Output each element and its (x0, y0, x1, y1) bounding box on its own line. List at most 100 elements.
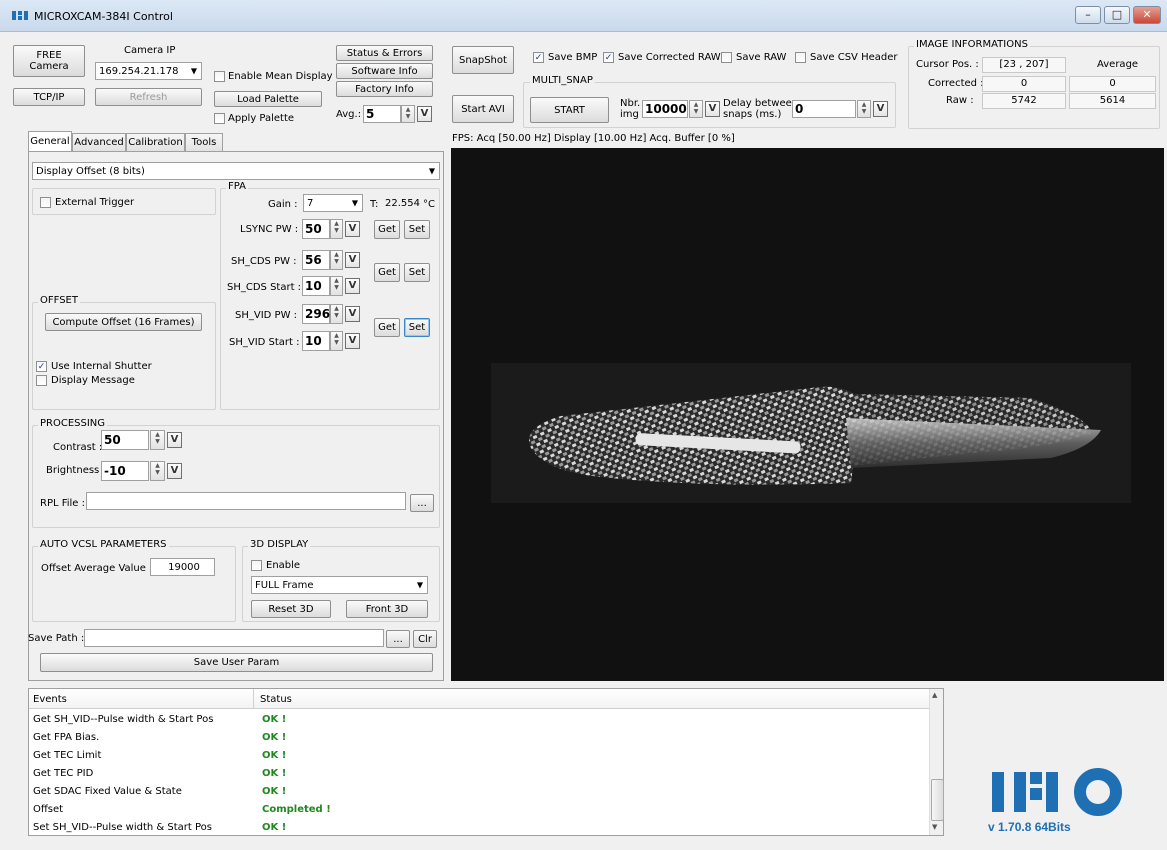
refresh-button[interactable]: Refresh (95, 88, 202, 106)
status-column-header[interactable]: Status (260, 694, 292, 705)
lsync-spin-arrows[interactable]: ▲ ▼ (330, 219, 343, 239)
tab-advanced[interactable]: Advanced (72, 133, 126, 151)
enable-3d-checkbox[interactable] (251, 560, 262, 571)
delay-input[interactable]: 0 (792, 100, 856, 118)
scroll-down-icon[interactable]: ▼ (932, 823, 937, 831)
tab-calibration[interactable]: Calibration (126, 133, 185, 151)
contrast-spin-arrows[interactable]: ▲ ▼ (150, 430, 165, 450)
front-3d-button[interactable]: Front 3D (346, 600, 428, 618)
events-header (29, 689, 929, 709)
factory-info-button[interactable]: Factory Info (336, 81, 433, 97)
shcds-pw-v-button[interactable]: V (345, 252, 360, 268)
lsync-set-button[interactable]: Set (404, 220, 430, 239)
nbr-img-v-button[interactable]: V (705, 101, 720, 117)
lsync-v-button[interactable]: V (345, 221, 360, 237)
shcds-start-v-button[interactable]: V (345, 278, 360, 294)
display-message-checkbox[interactable] (36, 375, 47, 386)
use-internal-shutter-checkbox[interactable]: ✓ (36, 361, 47, 372)
lsync-input[interactable]: 50 (302, 219, 330, 239)
save-user-param-button[interactable]: Save User Param (40, 653, 433, 672)
tab-tools[interactable]: Tools (185, 133, 223, 151)
save-browse-button[interactable]: ... (386, 630, 410, 648)
save-raw-checkbox[interactable] (721, 52, 732, 63)
enable-mean-checkbox[interactable] (214, 71, 225, 82)
shvid-start-v-button[interactable]: V (345, 333, 360, 349)
reset-3d-button[interactable]: Reset 3D (251, 600, 331, 618)
shcds-pw-spin-arrows[interactable]: ▲ ▼ (330, 250, 343, 270)
start-avi-button[interactable]: Start AVI (452, 95, 514, 123)
rpl-browse-button[interactable]: ... (410, 494, 434, 512)
table-row[interactable]: Offset Completed ! (29, 800, 929, 818)
shvid-pw-spin-arrows[interactable]: ▲ ▼ (330, 304, 343, 324)
nbr-img-spin-arrows[interactable]: ▲ ▼ (689, 100, 703, 118)
camera-image-view[interactable] (451, 148, 1164, 681)
external-trigger-checkbox[interactable] (40, 197, 51, 208)
scroll-up-icon[interactable]: ▲ (932, 691, 937, 699)
rpl-file-input[interactable] (86, 492, 406, 510)
event-status: OK ! (262, 821, 287, 833)
shvid-set-button[interactable]: Set (404, 318, 430, 337)
avg-spin-arrows[interactable]: ▲ ▼ (401, 105, 415, 123)
table-row[interactable]: Get SH_VID--Pulse width & Start Pos OK ! (29, 710, 929, 728)
close-button[interactable]: ✕ (1133, 6, 1161, 24)
events-scrollbar[interactable]: ▲ ▼ (929, 689, 944, 835)
event-text: Set SH_VID--Pulse width & Start Pos (33, 821, 213, 833)
save-corrected-raw-checkbox[interactable]: ✓ (603, 52, 614, 63)
save-bmp-checkbox[interactable]: ✓ (533, 52, 544, 63)
frame-select[interactable]: FULL Frame ▼ (251, 576, 428, 594)
event-text: Get FPA Bias. (33, 731, 100, 743)
shcds-start-spin-arrows[interactable]: ▲ ▼ (330, 276, 343, 296)
tcpip-button[interactable]: TCP/IP (13, 88, 85, 106)
load-palette-button[interactable]: Load Palette (214, 91, 322, 107)
display-mode-select[interactable]: Display Offset (8 bits) ▼ (32, 162, 440, 180)
save-csv-header-checkbox[interactable] (795, 52, 806, 63)
table-row[interactable]: Get TEC Limit OK ! (29, 746, 929, 764)
table-row[interactable]: Set SH_VID--Pulse width & Start Pos OK ! (29, 818, 929, 836)
delay-spin-arrows[interactable]: ▲ ▼ (857, 100, 871, 118)
delay-v-button[interactable]: V (873, 101, 888, 117)
camera-ip-select[interactable]: 169.254.21.178 ▼ (95, 62, 202, 80)
table-row[interactable]: Get SDAC Fixed Value & State OK ! (29, 782, 929, 800)
free-camera-button[interactable]: FREE Camera (13, 45, 85, 77)
shcds-start-input[interactable]: 10 (302, 276, 330, 296)
status-errors-button[interactable]: Status & Errors (336, 45, 433, 61)
events-column-header[interactable]: Events (33, 694, 67, 705)
nbr-img-input[interactable]: 10000 (642, 100, 688, 118)
table-row[interactable]: Get FPA Bias. OK ! (29, 728, 929, 746)
offset-average-input[interactable]: 19000 (150, 558, 215, 576)
lsync-get-button[interactable]: Get (374, 220, 400, 239)
compute-offset-button[interactable]: Compute Offset (16 Frames) (45, 313, 202, 331)
brightness-input[interactable]: -10 (101, 461, 149, 481)
save-clear-button[interactable]: Clr (413, 630, 437, 648)
contrast-input[interactable]: 50 (101, 430, 149, 450)
shvid-pw-v-button[interactable]: V (345, 306, 360, 322)
save-path-input[interactable] (84, 629, 384, 647)
contrast-v-button[interactable]: V (167, 432, 182, 448)
shvid-pw-input[interactable]: 296 (302, 304, 330, 324)
avg-v-button[interactable]: V (417, 106, 432, 122)
minimize-button[interactable]: – (1075, 6, 1101, 24)
multi-snap-start-button[interactable]: START (530, 97, 609, 123)
maximize-button[interactable]: □ (1104, 6, 1130, 24)
gain-label: Gain : (268, 199, 298, 210)
external-trigger-label: External Trigger (55, 197, 135, 208)
nbr-img-label: Nbr. img (620, 98, 641, 120)
chevron-down-icon: ▼ (351, 198, 358, 208)
apply-palette-checkbox[interactable] (214, 113, 225, 124)
brightness-spin-arrows[interactable]: ▲ ▼ (150, 461, 165, 481)
shcds-set-button[interactable]: Set (404, 263, 430, 282)
avg-input[interactable]: 5 (363, 105, 401, 123)
snapshot-button[interactable]: SnapShot (452, 46, 514, 74)
event-status: OK ! (262, 731, 287, 743)
software-info-button[interactable]: Software Info (336, 63, 433, 79)
shcds-get-button[interactable]: Get (374, 263, 400, 282)
scrollbar-thumb[interactable] (931, 779, 944, 821)
table-row[interactable]: Get TEC PID OK ! (29, 764, 929, 782)
gain-select[interactable]: 7 ▼ (303, 194, 363, 212)
shcds-pw-input[interactable]: 56 (302, 250, 330, 270)
shvid-get-button[interactable]: Get (374, 318, 400, 337)
brightness-v-button[interactable]: V (167, 463, 182, 479)
shvid-start-input[interactable]: 10 (302, 331, 330, 351)
tab-general[interactable]: General (28, 131, 72, 151)
shvid-start-spin-arrows[interactable]: ▲ ▼ (330, 331, 343, 351)
